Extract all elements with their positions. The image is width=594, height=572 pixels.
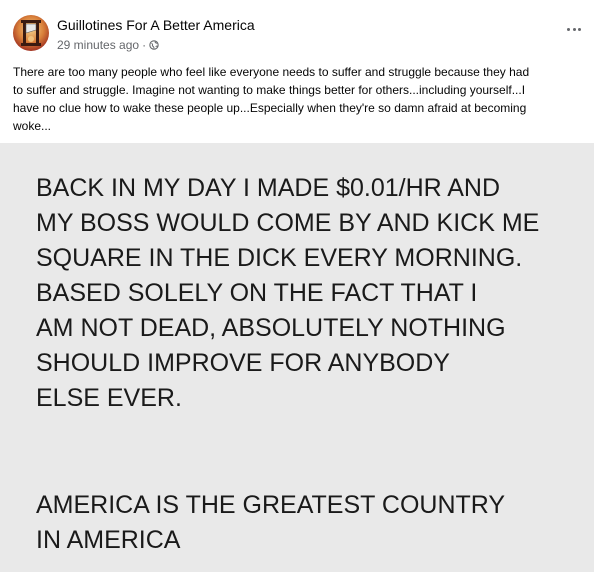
caption-line: There are too many people who feel like … (13, 65, 530, 79)
meme-line: AM NOT DEAD, ABSOLUTELY NOTHING (36, 314, 506, 342)
meme-line: SQUARE IN THE DICK EVERY MORNING. (36, 244, 523, 272)
meme-line: SHOULD IMPROVE FOR ANYBODY (36, 349, 450, 377)
page-avatar[interactable] (13, 15, 49, 51)
meme-line: BASED SOLELY ON THE FACT THAT I (36, 279, 478, 307)
caption-line: to suffer and struggle. Imagine not want… (13, 83, 526, 97)
meta-separator: · (142, 38, 147, 52)
more-options-icon (567, 27, 571, 31)
globe-icon[interactable] (149, 40, 159, 50)
post-timestamp[interactable]: 29 minutes ago (57, 38, 139, 52)
meme-paragraph: AMERICA IS THE GREATEST COUNTRY IN AMERI… (36, 488, 594, 558)
page-name-link[interactable]: Guillotines For A Better America (57, 17, 255, 33)
post-image[interactable]: BACK IN MY DAY I MADE $0.01/HR AND MY BO… (0, 143, 594, 572)
facebook-post: Guillotines For A Better America 29 minu… (0, 0, 594, 572)
guillotine-logo-icon (21, 20, 41, 46)
more-options-dot (572, 27, 576, 31)
more-options-button[interactable] (564, 22, 584, 36)
meme-paragraph: BACK IN MY DAY I MADE $0.01/HR AND MY BO… (36, 171, 594, 416)
post-header: Guillotines For A Better America 29 minu… (0, 0, 594, 58)
caption-line: woke... (13, 119, 52, 133)
meme-line: IN AMERICA (36, 526, 181, 554)
caption-line: have no clue how to wake these people up… (13, 101, 527, 115)
meme-line: MY BOSS WOULD COME BY AND KICK ME (36, 209, 540, 237)
more-options-dot (577, 27, 581, 31)
post-caption: There are too many people who feel like … (13, 63, 583, 135)
meme-line: AMERICA IS THE GREATEST COUNTRY (36, 491, 506, 519)
meme-line: BACK IN MY DAY I MADE $0.01/HR AND (36, 174, 501, 202)
meme-line: ELSE EVER. (36, 384, 182, 412)
post-meta: 29 minutes ago · (57, 38, 159, 52)
